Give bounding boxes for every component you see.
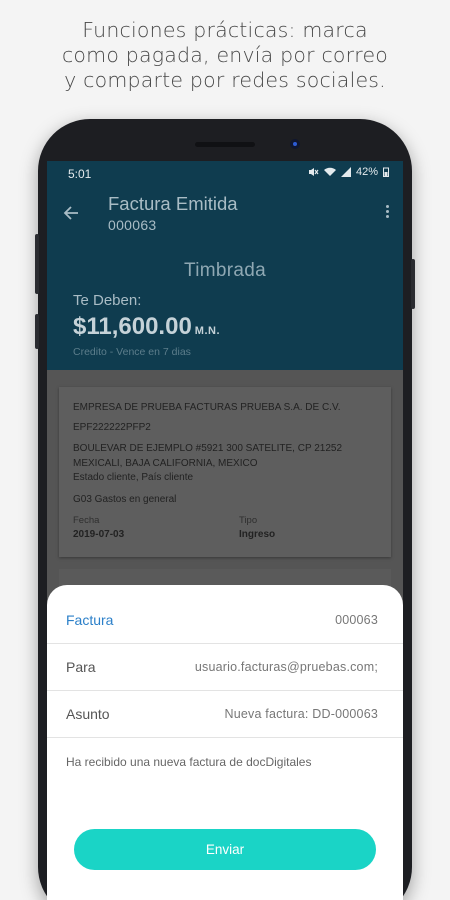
invoice-detail-card: EMPRESA DE PRUEBA FACTURAS PRUEBA S.A. D… <box>59 387 391 557</box>
email-bottom-sheet: Factura 000063 Para usuario.facturas@pru… <box>47 585 403 900</box>
owed-label: Te Deben: <box>73 292 142 309</box>
status-bar: 5:01 42% <box>47 161 403 185</box>
company-rfc: EPF222222PFP2 <box>73 422 151 433</box>
promo-line-2: como pagada, envía por correo <box>61 43 389 67</box>
status-icons: 42% <box>308 166 389 178</box>
invoice-status: Timbrada <box>184 260 266 281</box>
amount-owed: $11,600.00 M.N. <box>73 313 220 341</box>
subject-value[interactable]: Nueva factura: DD-000063 <box>225 707 379 721</box>
credit-note: Credito - Vence en 7 dias <box>73 346 191 358</box>
back-arrow-icon <box>63 206 78 220</box>
more-options-icon[interactable] <box>381 203 393 225</box>
invoice-row-value: 000063 <box>335 613 378 627</box>
to-value[interactable]: usuario.facturas@pruebas.com; <box>195 660 378 674</box>
invoice-row-label: Factura <box>66 612 114 628</box>
to-label: Para <box>66 659 96 675</box>
subject-field[interactable]: Asunto Nueva factura: DD-000063 <box>47 691 403 738</box>
back-button[interactable] <box>57 199 85 227</box>
phone-speaker <box>195 142 255 147</box>
send-button[interactable]: Enviar <box>74 829 376 870</box>
promo-caption: Funciones prácticas: marca como pagada, … <box>0 18 450 93</box>
client-location: Estado cliente, País cliente <box>73 472 194 483</box>
amount-value: $11,600.00 <box>73 313 192 340</box>
status-time: 5:01 <box>68 167 92 181</box>
power-button <box>411 259 415 309</box>
address-line-2: MEXICALI, BAJA CALIFORNIA, MEXICO <box>73 458 258 469</box>
battery-level: 42% <box>355 166 378 178</box>
currency: M.N. <box>194 325 221 337</box>
date-value: 2019-07-03 <box>73 529 125 540</box>
page-title: Factura Emitida <box>108 193 238 214</box>
volume-button <box>35 234 39 294</box>
subject-label: Asunto <box>66 706 110 722</box>
cfdi-use: G03 Gastos en general <box>73 494 177 505</box>
type-label: Tipo <box>239 515 258 526</box>
date-label: Fecha <box>73 515 100 526</box>
promo-line-1: Funciones prácticas: marca <box>82 18 368 42</box>
battery-icon <box>383 167 389 177</box>
wifi-icon <box>323 167 336 176</box>
invoice-number: 000063 <box>108 217 157 233</box>
bixby-button <box>35 314 39 349</box>
mute-icon <box>308 168 319 176</box>
app-screen: 5:01 42% Factura Emitida 000063 Timbrada… <box>47 161 403 900</box>
to-field[interactable]: Para usuario.facturas@pruebas.com; <box>47 644 403 691</box>
front-camera <box>290 139 300 149</box>
company-name: EMPRESA DE PRUEBA FACTURAS PRUEBA S.A. D… <box>73 402 341 413</box>
signal-icon <box>340 167 351 177</box>
toolbar: Factura Emitida 000063 <box>47 185 403 245</box>
promo-line-3: y comparte por redes sociales. <box>64 68 386 92</box>
invoice-row: Factura 000063 <box>47 597 403 644</box>
message-body[interactable]: Ha recibido una nueva factura de docDigi… <box>66 755 311 769</box>
address-line-1: BOULEVAR DE EJEMPLO #5921 300 SATELITE, … <box>73 443 343 454</box>
type-value: Ingreso <box>239 529 276 540</box>
